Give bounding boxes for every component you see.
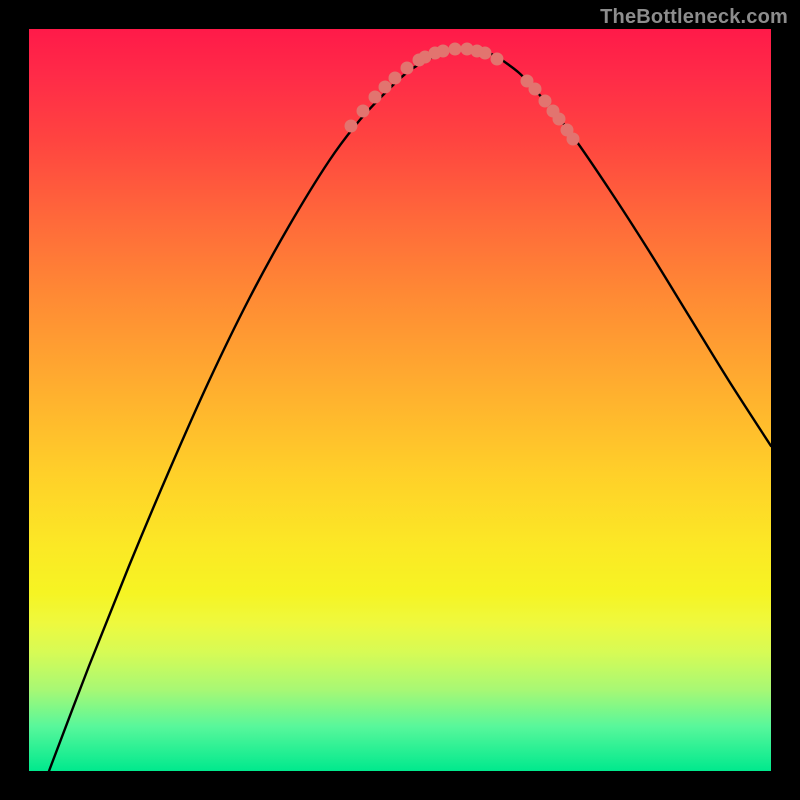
outer-frame: TheBottleneck.com — [0, 0, 800, 800]
curve-marker — [379, 81, 392, 94]
plot-area — [29, 29, 771, 771]
curve-marker — [345, 120, 358, 133]
watermark-text: TheBottleneck.com — [600, 6, 788, 29]
curve-marker — [389, 72, 402, 85]
chart-svg — [29, 29, 771, 771]
curve-marker — [491, 53, 504, 66]
curve-marker — [369, 91, 382, 104]
marker-group — [345, 43, 580, 146]
curve-marker — [449, 43, 462, 56]
curve-marker — [529, 83, 542, 96]
curve-marker — [553, 113, 566, 126]
curve-marker — [437, 45, 450, 58]
curve-marker — [567, 133, 580, 146]
bottleneck-curve — [49, 49, 771, 771]
curve-marker — [401, 62, 414, 75]
curve-marker — [357, 105, 370, 118]
curve-marker — [479, 47, 492, 60]
